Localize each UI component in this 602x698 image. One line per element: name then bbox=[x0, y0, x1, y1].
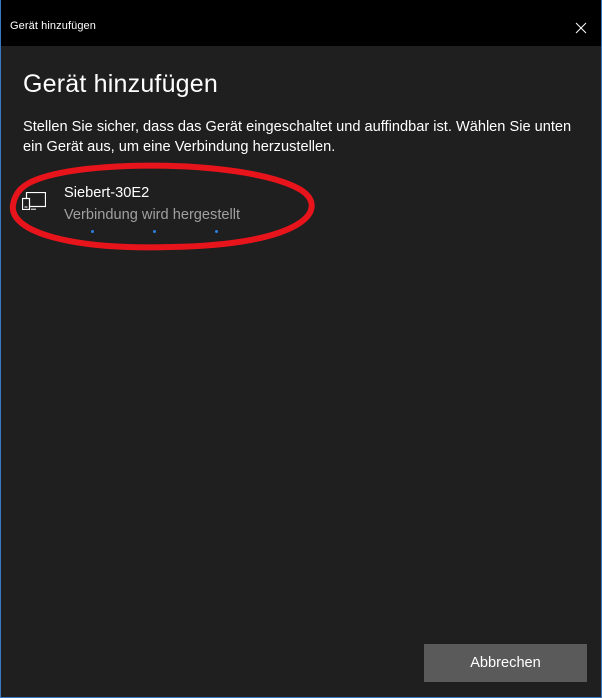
window-title: Gerät hinzufügen bbox=[10, 20, 96, 32]
device-status: Verbindung wird hergestellt bbox=[64, 207, 241, 223]
title-bar: Gerät hinzufügen bbox=[1, 0, 601, 46]
close-icon bbox=[575, 22, 587, 34]
progress-dot bbox=[91, 230, 94, 233]
progress-dot bbox=[215, 230, 218, 233]
red-highlight-ellipse bbox=[9, 162, 315, 251]
device-name: Siebert-30E2 bbox=[64, 185, 150, 201]
add-device-dialog: Gerät hinzufügen Gerät hinzufügen Stelle… bbox=[0, 0, 602, 698]
progress-dot bbox=[153, 230, 156, 233]
device-list-item[interactable]: Siebert-30E2 Verbindung wird hergestellt bbox=[19, 183, 319, 235]
display-device-icon bbox=[22, 192, 46, 210]
close-button[interactable] bbox=[561, 10, 601, 46]
cancel-button[interactable]: Abbrechen bbox=[424, 644, 587, 682]
instruction-text: Stellen Sie sicher, dass das Gerät einge… bbox=[23, 119, 572, 155]
page-heading: Gerät hinzufügen bbox=[23, 70, 218, 98]
